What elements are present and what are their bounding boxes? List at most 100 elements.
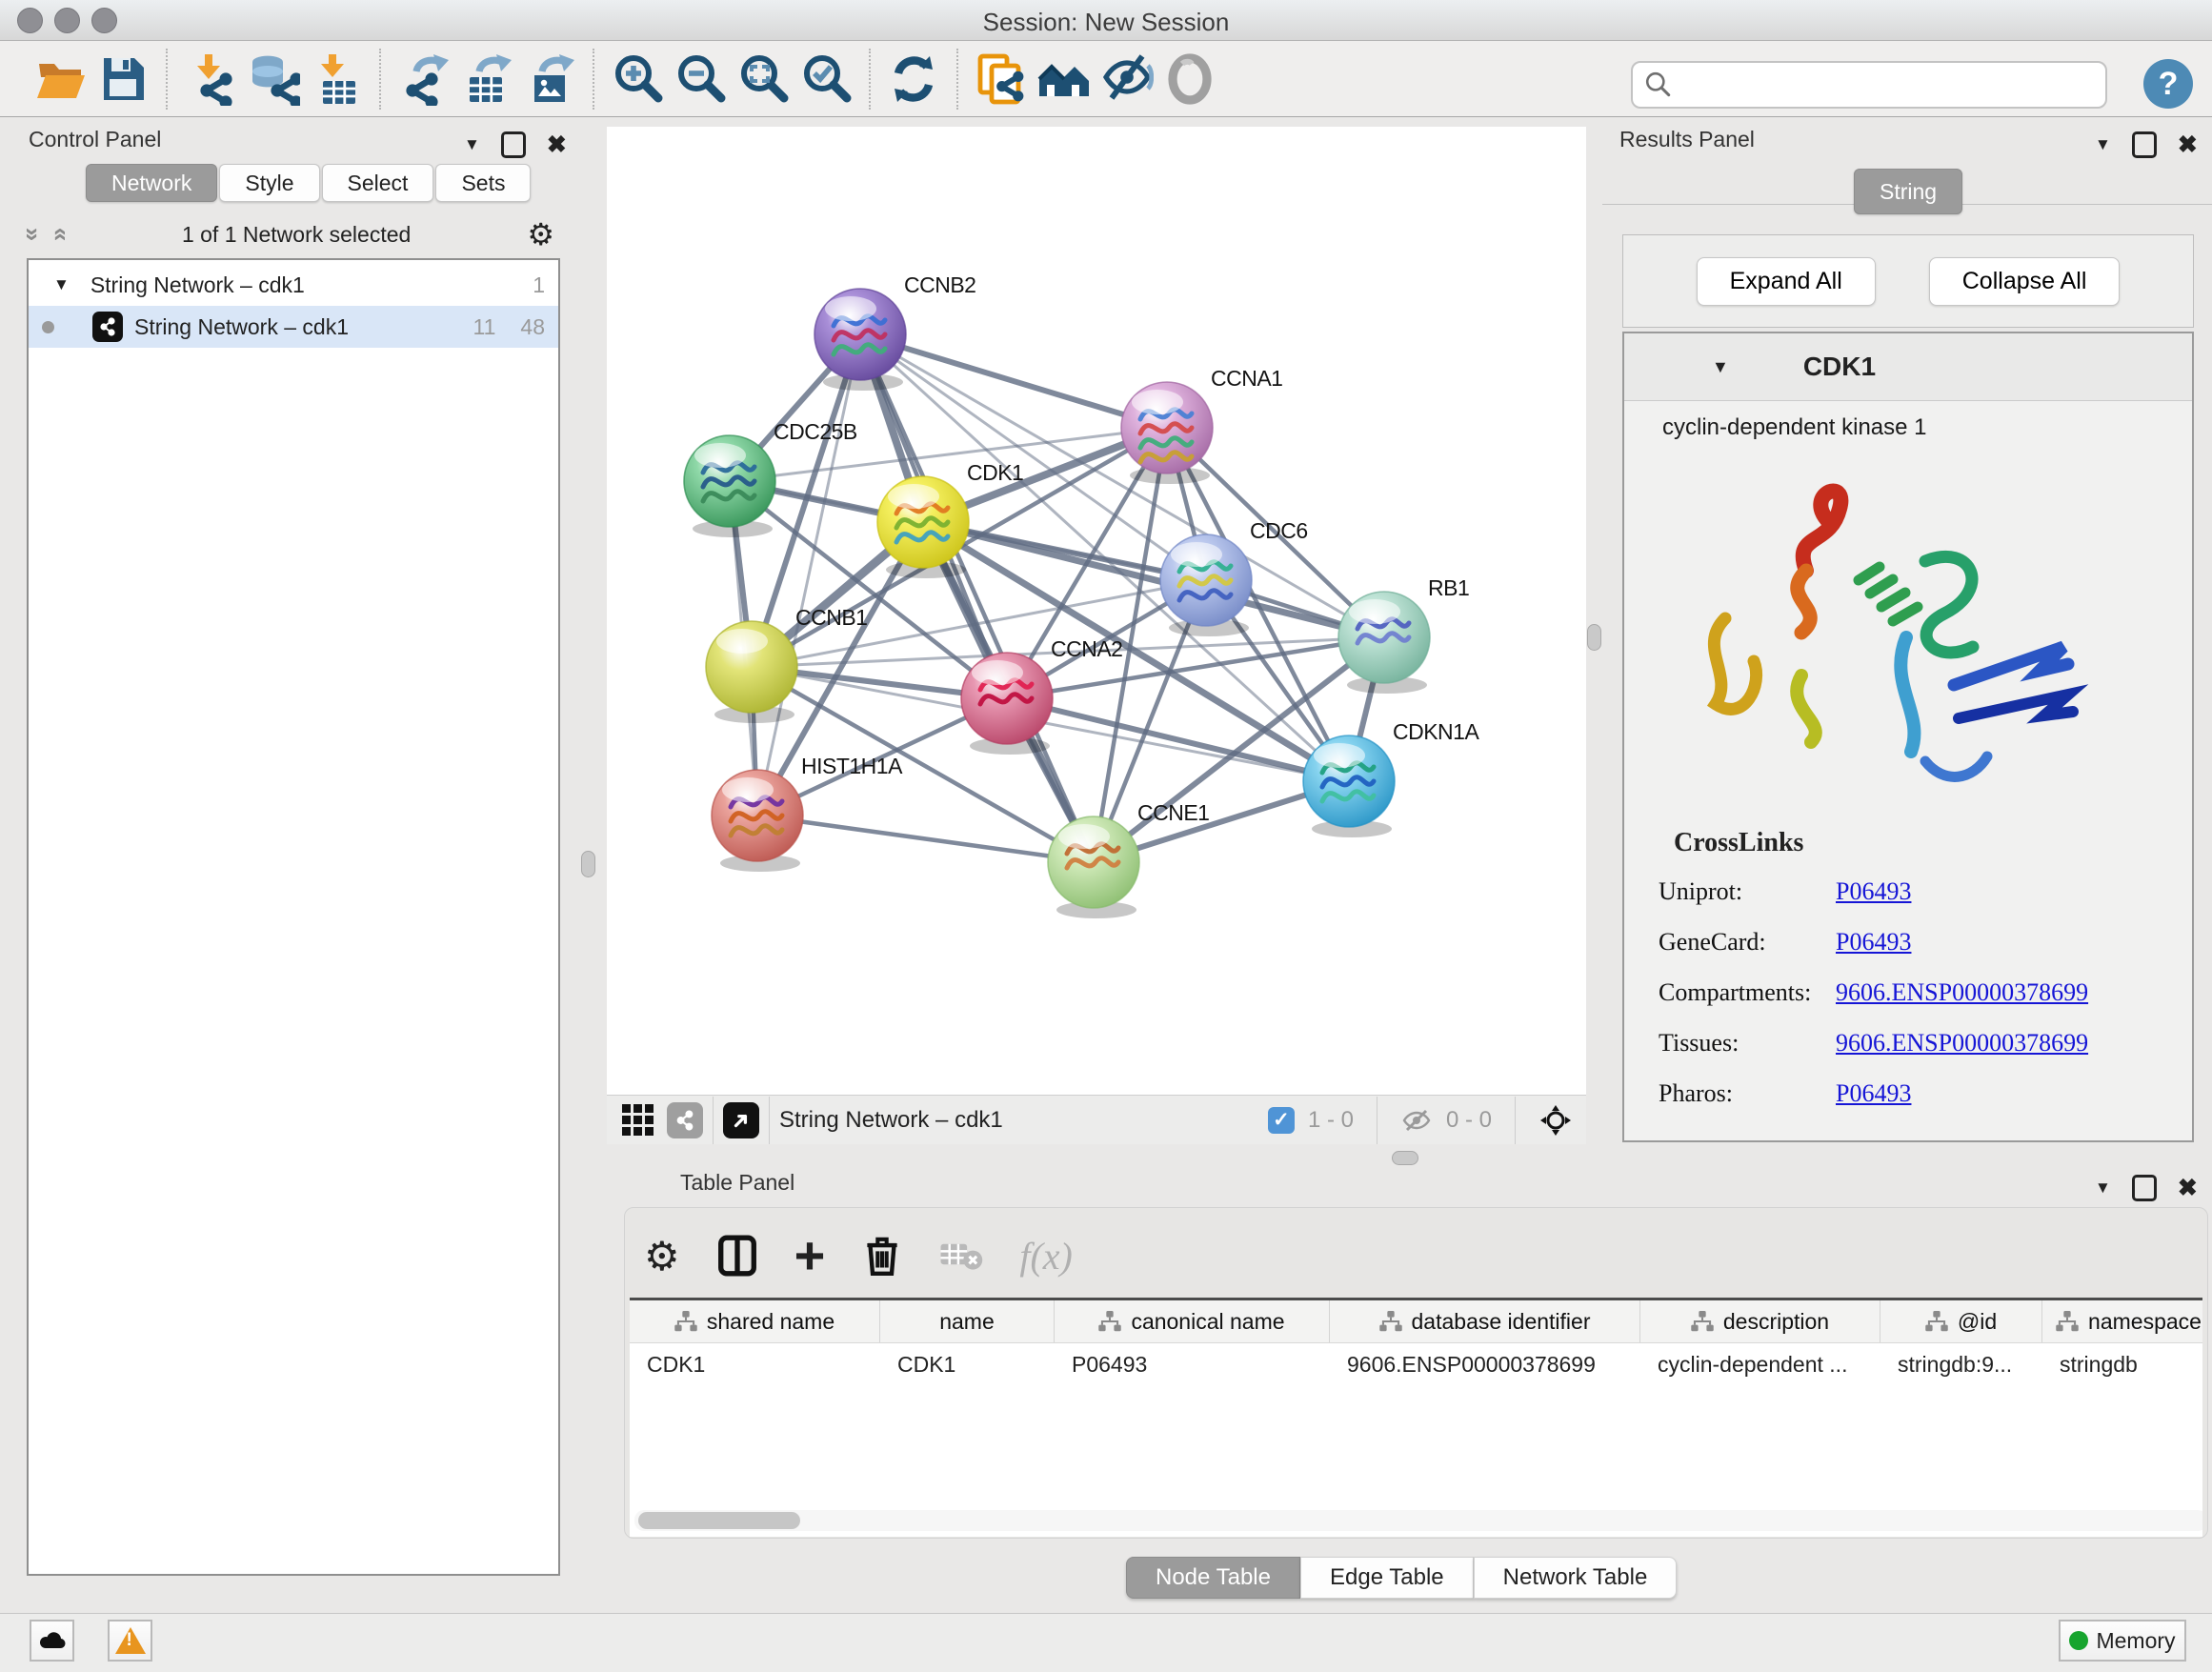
zoom-selected-icon[interactable] xyxy=(794,48,857,111)
maximize-panel-icon[interactable] xyxy=(501,131,526,158)
import-network-from-database-icon[interactable] xyxy=(242,48,305,111)
crosslink-link[interactable]: 9606.ENSP00000378699 xyxy=(1836,978,2088,1007)
maximize-panel-icon[interactable] xyxy=(2132,1175,2157,1201)
close-panel-icon[interactable]: ✖ xyxy=(547,131,567,159)
memory-label: Memory xyxy=(2096,1628,2175,1654)
hide-selected-icon[interactable] xyxy=(1096,48,1158,111)
vertical-splitter-handle[interactable] xyxy=(581,851,595,877)
control-panel-header: Control Panel xyxy=(29,127,161,152)
tab-style[interactable]: Style xyxy=(219,164,319,202)
network-collection-row[interactable]: ▼ String Network – cdk1 1 xyxy=(29,260,558,306)
birds-eye-grid-icon[interactable] xyxy=(622,1104,654,1136)
collapse-all-button[interactable]: Collapse All xyxy=(1929,257,2121,306)
string-share-icon[interactable] xyxy=(667,1102,703,1138)
export-network-to-file-icon[interactable] xyxy=(392,48,455,111)
zoom-fit-content-icon[interactable] xyxy=(732,48,794,111)
warning-button[interactable] xyxy=(108,1620,152,1662)
warning-icon xyxy=(115,1627,146,1654)
expand-all-button[interactable]: Expand All xyxy=(1697,257,1876,306)
tab-string[interactable]: String xyxy=(1854,169,1962,214)
protein-description: cyclin-dependent kinase 1 xyxy=(1624,401,2192,441)
network-edge[interactable] xyxy=(757,816,1094,862)
column-header--id[interactable]: @id xyxy=(1880,1300,2042,1342)
tab-edge-table[interactable]: Edge Table xyxy=(1300,1557,1474,1599)
network-node-ccna1[interactable]: CCNA1 xyxy=(1121,366,1282,484)
close-panel-icon[interactable]: ✖ xyxy=(2178,131,2198,159)
network-edge[interactable] xyxy=(860,334,1094,862)
horizontal-splitter-handle[interactable] xyxy=(1392,1151,1418,1165)
add-column-icon[interactable]: + xyxy=(794,1237,826,1275)
import-network-from-file-icon[interactable] xyxy=(179,48,242,111)
network-row-selected[interactable]: String Network – cdk1 11 48 xyxy=(29,306,558,348)
node-label: CCNB1 xyxy=(795,605,867,630)
float-panel-icon[interactable]: ▼ xyxy=(464,135,480,154)
network-edge[interactable] xyxy=(860,334,1167,428)
crosslink-link[interactable]: P06493 xyxy=(1836,877,1911,906)
search-input[interactable] xyxy=(1673,65,2105,105)
float-panel-icon[interactable]: ▼ xyxy=(2095,135,2111,154)
open-in-new-window-icon[interactable] xyxy=(723,1102,759,1138)
close-panel-icon[interactable]: ✖ xyxy=(2178,1174,2198,1202)
save-session-icon[interactable] xyxy=(91,48,154,111)
network-node-rb1[interactable]: RB1 xyxy=(1338,575,1469,694)
expand-all-icon[interactable]: » xyxy=(47,228,71,241)
export-table-to-file-icon[interactable] xyxy=(455,48,518,111)
column-header-canonical-name[interactable]: canonical name xyxy=(1055,1300,1330,1342)
table-panel-title: Table Panel xyxy=(680,1170,794,1195)
network-node-ccnb2[interactable]: CCNB2 xyxy=(814,272,975,391)
column-header-database-identifier[interactable]: database identifier xyxy=(1330,1300,1640,1342)
refresh-view-icon[interactable] xyxy=(882,48,945,111)
table-row[interactable]: CDK1CDK1P064939606.ENSP00000378699cyclin… xyxy=(630,1343,2202,1385)
node-label: CCNA2 xyxy=(1051,636,1122,661)
export-image-icon[interactable] xyxy=(518,48,581,111)
tab-sets[interactable]: Sets xyxy=(435,164,531,202)
split-columns-icon[interactable] xyxy=(716,1233,758,1279)
crosslink-link[interactable]: 9606.ENSP00000378699 xyxy=(1836,1029,2088,1058)
clone-network-icon[interactable] xyxy=(970,48,1033,111)
delete-trash-icon[interactable] xyxy=(861,1232,903,1279)
import-table-from-file-icon[interactable] xyxy=(305,48,368,111)
gear-icon[interactable]: ⚙ xyxy=(527,216,554,252)
crosslinks-heading: CrossLinks xyxy=(1674,828,2192,858)
selected-checkbox-icon[interactable]: ✓ xyxy=(1268,1107,1295,1134)
protein-card-header[interactable]: ▼ CDK1 xyxy=(1624,333,2192,401)
collapse-section-icon[interactable]: ▼ xyxy=(1712,357,1729,377)
column-header-namespace[interactable]: namespace xyxy=(2042,1300,2202,1342)
network-view-toolbar: String Network – cdk1 ✓ 1 - 0 0 - 0 xyxy=(607,1095,1586,1144)
crosslink-label: Tissues: xyxy=(1624,1029,1836,1058)
tree-expander-icon[interactable]: ▼ xyxy=(53,275,70,294)
collapse-all-icon[interactable]: » xyxy=(21,228,46,241)
table-horizontal-scrollbar[interactable] xyxy=(634,1510,2202,1531)
maximize-panel-icon[interactable] xyxy=(2132,131,2157,158)
show-all-networks-icon[interactable] xyxy=(1033,48,1096,111)
node-label: CDC25B xyxy=(774,419,857,444)
float-panel-icon[interactable]: ▼ xyxy=(2095,1178,2111,1198)
zoom-out-icon[interactable] xyxy=(669,48,732,111)
column-header-description[interactable]: description xyxy=(1640,1300,1880,1342)
column-header-name[interactable]: name xyxy=(880,1300,1055,1342)
network-graph[interactable]: CCNB2CCNA1CDC25BCDK1CDC6RB1CCNB1CCNA2CDK… xyxy=(607,127,1586,1095)
memory-button[interactable]: Memory xyxy=(2059,1620,2186,1662)
network-edge[interactable] xyxy=(757,334,860,816)
tab-node-table[interactable]: Node Table xyxy=(1126,1557,1300,1599)
network-canvas[interactable]: CCNB2CCNA1CDC25BCDK1CDC6RB1CCNB1CCNA2CDK… xyxy=(607,127,1586,1095)
network-node-hist1h1a[interactable]: HIST1H1A xyxy=(712,754,903,872)
cloud-button[interactable] xyxy=(30,1620,74,1662)
crosslink-link[interactable]: P06493 xyxy=(1836,1079,1911,1108)
zoom-in-icon[interactable] xyxy=(606,48,669,111)
network-node-cdkn1a[interactable]: CDKN1A xyxy=(1303,719,1479,837)
column-header-shared-name[interactable]: shared name xyxy=(630,1300,880,1342)
show-hidden-icon[interactable] xyxy=(1158,48,1221,111)
crosslink-link[interactable]: P06493 xyxy=(1836,928,1911,957)
cloud-icon xyxy=(37,1629,68,1652)
fit-selected-crosshair-icon[interactable] xyxy=(1538,1103,1573,1138)
tab-network-table[interactable]: Network Table xyxy=(1474,1557,1678,1599)
tab-select[interactable]: Select xyxy=(322,164,434,202)
table-gear-icon[interactable]: ⚙ xyxy=(644,1233,680,1279)
crosslink-row: Pharos: P06493 xyxy=(1624,1068,2192,1118)
tab-network[interactable]: Network xyxy=(86,164,217,202)
results-splitter-handle[interactable] xyxy=(1587,624,1601,651)
open-session-icon[interactable] xyxy=(29,48,91,111)
help-button[interactable]: ? xyxy=(2143,59,2193,109)
results-protein-card: ▼ CDK1 cyclin-dependent kinase 1 CrossLi… xyxy=(1622,332,2194,1142)
